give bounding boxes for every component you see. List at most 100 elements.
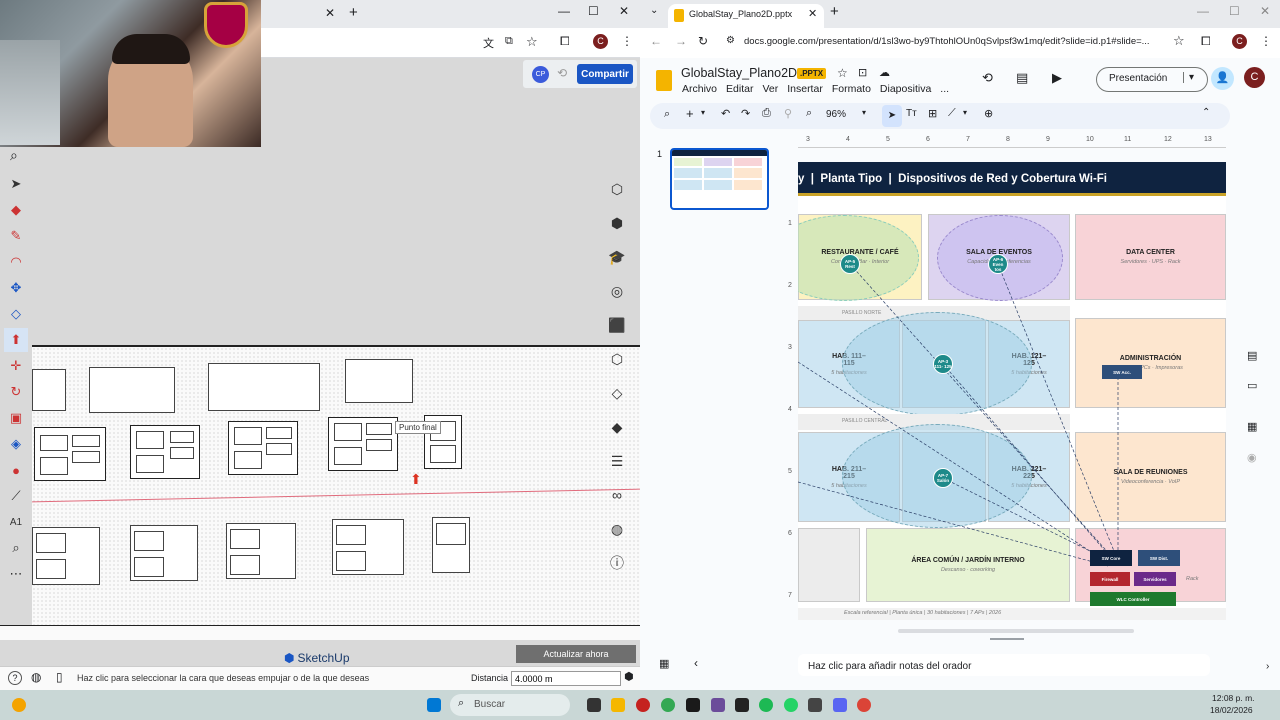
share-button[interactable]: Compartir (577, 64, 633, 84)
glasses-icon[interactable]: ∞ (602, 478, 632, 512)
geo-icon[interactable]: ◍ (31, 670, 41, 684)
app3-taskbar-icon[interactable] (808, 698, 822, 712)
forward-icon[interactable]: → (675, 34, 687, 48)
text-tool-icon[interactable]: A1 (4, 510, 28, 534)
servers[interactable]: Servidores (1134, 572, 1176, 586)
spotify-taskbar-icon[interactable] (759, 698, 773, 712)
browser-menu-icon[interactable]: ⋮ (621, 34, 633, 48)
terminal-taskbar-icon[interactable] (735, 698, 749, 712)
scale-tool-icon[interactable]: ▣ (4, 406, 28, 430)
cast-icon[interactable]: ⧉ (505, 35, 513, 48)
styles-icon[interactable]: ◎ (602, 274, 632, 308)
cloud-status-icon[interactable]: ☁ (879, 66, 890, 79)
textbox-icon[interactable]: Tт (906, 108, 917, 119)
comment-add-icon[interactable]: ⊕ (984, 107, 993, 120)
redo-icon[interactable]: ↷ (741, 107, 750, 120)
collapse-filmstrip-icon[interactable]: ‹ (694, 656, 698, 670)
browser-menu-icon[interactable]: ⋮ (1260, 34, 1272, 48)
access-point-hab[interactable]: AP-3 111- 125 (933, 354, 953, 374)
taskbar-clock[interactable]: 12:08 p. m. (1212, 693, 1255, 703)
switch-distribution[interactable]: SW Dist. (1138, 550, 1180, 566)
keep-icon[interactable]: ▤ (1247, 349, 1257, 362)
site-info-icon[interactable]: ⚙ (726, 35, 735, 46)
access-point-rest[interactable]: AP-5 Rest (840, 254, 860, 274)
sync-icon[interactable]: ⟲ (557, 66, 567, 80)
maximize-icon[interactable]: ☐ (1229, 4, 1240, 18)
menu-diapositiva[interactable]: Diapositiva (880, 83, 931, 95)
wall-block[interactable] (208, 363, 320, 411)
slides-logo-icon[interactable] (656, 70, 672, 91)
move-tool-icon[interactable]: ✥ (4, 276, 28, 300)
star-icon[interactable]: ☆ (837, 66, 848, 80)
bookmark-star-icon[interactable]: ☆ (526, 34, 538, 50)
paint-tool-icon[interactable]: ● (4, 458, 28, 482)
tab-search-icon[interactable]: ⌄ (650, 5, 658, 16)
taskbar-search[interactable]: ⌕ Buscar (450, 694, 570, 716)
paint-format-icon[interactable]: ⚲ (784, 107, 792, 120)
comments-icon[interactable]: ▤ (1016, 70, 1028, 86)
slide-canvas[interactable]: y | Planta Tipo | Dispositivos de Red y … (798, 162, 1226, 620)
maps-icon[interactable]: ◉ (1247, 451, 1257, 464)
switch-access[interactable]: SW Acc. (1102, 365, 1142, 379)
cp-badge[interactable]: CP (532, 66, 549, 83)
present-button[interactable]: Presentación (1109, 73, 1167, 84)
slide-thumbnail[interactable] (670, 148, 769, 210)
shape-tool-icon[interactable]: ◇ (4, 302, 28, 326)
doc-title[interactable]: GlobalStay_Plano2D (681, 66, 797, 80)
arc-tool-icon[interactable]: ◠ (4, 250, 28, 274)
file-explorer-icon[interactable] (611, 698, 625, 712)
menu-ver[interactable]: Ver (762, 83, 778, 95)
minimize-icon[interactable]: — (1197, 4, 1209, 18)
profile-avatar[interactable]: C (1232, 34, 1247, 49)
offset-tool-icon[interactable]: ◈ (4, 432, 28, 456)
new-tab-icon[interactable]: + (349, 4, 358, 21)
wall-block[interactable] (345, 359, 413, 403)
share-person-icon[interactable]: 👤 (1211, 67, 1234, 90)
push-pull-tool-icon[interactable]: ⬆ (4, 328, 28, 352)
wlc-controller[interactable]: WLC Controller (1090, 592, 1176, 606)
calendar-icon[interactable]: ▦ (1247, 420, 1257, 433)
help-icon[interactable]: ? (8, 671, 22, 685)
task-view-icon[interactable] (587, 698, 601, 712)
move-arrows-icon[interactable]: ✛ (4, 354, 28, 378)
more-tools-icon[interactable]: ⋯ (4, 562, 28, 586)
discord-taskbar-icon[interactable] (833, 698, 847, 712)
close-window-icon[interactable]: ✕ (619, 4, 629, 18)
solid-tools-icon[interactable]: ⬡ (602, 342, 632, 376)
collapse-toolbar-icon[interactable]: ⌃ (1202, 107, 1210, 118)
maximize-icon[interactable]: ☐ (588, 4, 599, 18)
line-dropdown-icon[interactable]: ▾ (963, 108, 967, 117)
close-window-icon[interactable]: ✕ (1260, 4, 1270, 18)
menu-insertar[interactable]: Insertar (787, 83, 823, 95)
horizontal-scrollbar[interactable] (898, 629, 1134, 633)
firewall[interactable]: Firewall (1090, 572, 1130, 586)
scroll-handle[interactable] (990, 638, 1024, 640)
zoom-tool-icon[interactable]: ⌕ (4, 536, 28, 560)
search-icon[interactable]: ⌕ (10, 147, 18, 164)
new-slide-dropdown-icon[interactable]: ▾ (701, 108, 705, 117)
entity-info-icon[interactable]: ⬡ (602, 172, 632, 206)
translate-icon[interactable]: 文 (483, 35, 494, 51)
grid-view-icon[interactable]: ▦ (659, 657, 669, 670)
tasks-icon[interactable]: ▭ (1247, 379, 1257, 392)
back-icon[interactable]: ← (650, 34, 662, 48)
tab-close-icon[interactable]: ✕ (808, 7, 817, 20)
profile-avatar[interactable]: C (593, 34, 608, 49)
wall-block[interactable] (32, 369, 66, 411)
materials-icon[interactable]: ◆ (602, 410, 632, 444)
menu-editar[interactable]: Editar (726, 83, 753, 95)
wall-block[interactable] (89, 367, 175, 413)
meet-icon[interactable]: ▶ (1052, 70, 1062, 86)
update-now-button[interactable]: Actualizar ahora (516, 645, 636, 663)
chrome-taskbar-icon[interactable] (661, 698, 675, 712)
close-tab-icon[interactable]: ✕ (325, 6, 335, 20)
undo-icon[interactable]: ↶ (721, 107, 730, 120)
menu-formato[interactable]: Formato (832, 83, 871, 95)
account-avatar[interactable]: C (1244, 67, 1265, 88)
menu-archivo[interactable]: Archivo (682, 83, 717, 95)
info-icon[interactable]: ⓘ (602, 546, 632, 580)
new-tab-icon[interactable]: + (830, 3, 839, 20)
zoom-dropdown-icon[interactable]: ▾ (862, 108, 866, 117)
select-tool-icon[interactable]: ➤ (4, 172, 28, 196)
reload-icon[interactable]: ↻ (698, 34, 708, 48)
